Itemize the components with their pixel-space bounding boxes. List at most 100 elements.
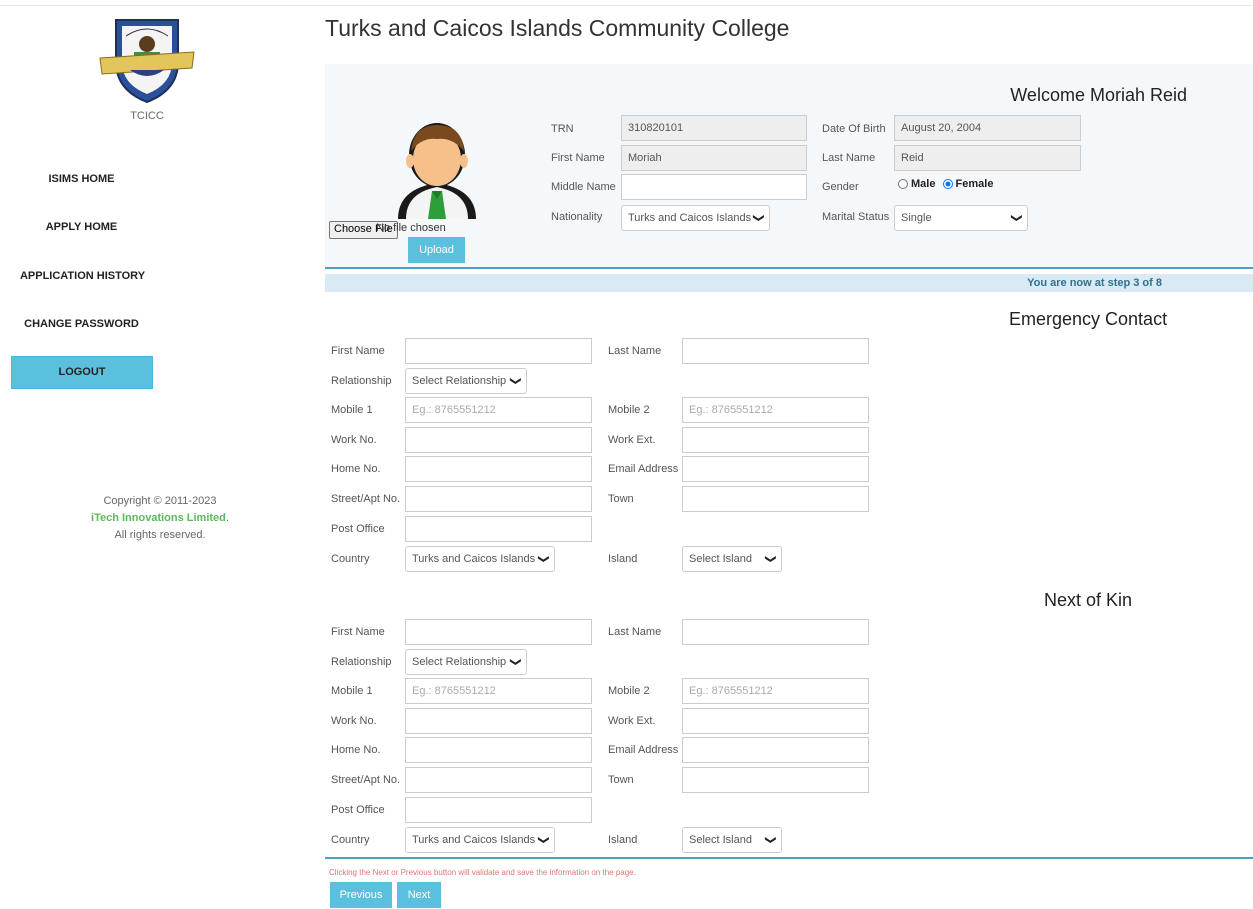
chevron-down-icon: ❯ <box>764 835 777 845</box>
college-logo <box>99 19 195 104</box>
nok-mobile1-field[interactable]: Eg.: 8765551212 <box>405 678 592 704</box>
copyright-line: Copyright © 2011-2023 <box>103 495 217 507</box>
logout-button[interactable]: LOGOUT <box>11 356 153 389</box>
nationality-select[interactable]: Turks and Caicos Islands ❯ <box>621 205 770 231</box>
nav-isims-home[interactable]: ISIMS HOME <box>10 173 153 185</box>
first-name-field[interactable]: Moriah <box>621 145 807 171</box>
ec-town-field[interactable] <box>682 486 869 512</box>
nok-first-name-field[interactable] <box>405 619 592 645</box>
middle-name-label: Middle Name <box>551 181 616 193</box>
gender-male-radio[interactable] <box>898 179 908 190</box>
nok-work-ext-field[interactable] <box>682 708 869 734</box>
dob-field[interactable]: August 20, 2004 <box>894 115 1081 141</box>
ec-post-office-label: Post Office <box>331 523 385 535</box>
marital-status-select[interactable]: Single ❯ <box>894 205 1028 231</box>
nok-mobile2-label: Mobile 2 <box>608 685 650 697</box>
sidebar: TCICC ISIMS HOME APPLY HOME APPLICATION … <box>0 0 300 909</box>
ec-country-value: Turks and Caicos Islands <box>412 553 536 565</box>
logo-text: TCICC <box>130 110 164 122</box>
marital-status-value: Single <box>901 212 932 224</box>
nok-post-office-label: Post Office <box>331 804 385 816</box>
last-name-label: Last Name <box>822 152 876 164</box>
nok-island-select[interactable]: Select Island ❯ <box>682 827 782 853</box>
first-name-label: First Name <box>551 152 605 164</box>
nok-home-no-label: Home No. <box>331 744 381 756</box>
ec-island-label: Island <box>608 553 638 565</box>
ec-town-label: Town <box>608 493 634 505</box>
next-button[interactable]: Next <box>397 882 441 908</box>
ec-home-no-label: Home No. <box>331 463 381 475</box>
nok-mobile2-field[interactable]: Eg.: 8765551212 <box>682 678 869 704</box>
ec-last-name-field[interactable] <box>682 338 869 364</box>
ec-relationship-value: Select Relationship <box>412 375 507 387</box>
chevron-down-icon: ❯ <box>764 554 777 564</box>
chevron-down-icon: ❯ <box>509 376 522 386</box>
nok-work-ext-label: Work Ext. <box>608 715 656 727</box>
nok-country-select[interactable]: Turks and Caicos Islands ❯ <box>405 827 555 853</box>
nok-email-label: Email Address <box>608 744 679 756</box>
nok-relationship-select[interactable]: Select Relationship ❯ <box>405 649 527 675</box>
nok-first-name-label: First Name <box>331 626 385 638</box>
nok-mobile1-label: Mobile 1 <box>331 685 373 697</box>
marital-status-label: Marital Status <box>822 211 890 223</box>
trn-field[interactable]: 310820101 <box>621 115 807 141</box>
copyright-company-line: iTech Innovations Limited. <box>60 510 260 527</box>
ec-work-no-label: Work No. <box>331 434 377 446</box>
nok-country-label: Country <box>331 834 370 846</box>
gender-female-radio[interactable] <box>942 179 953 190</box>
nok-relationship-value: Select Relationship <box>412 656 507 668</box>
ec-mobile2-field[interactable]: Eg.: 8765551212 <box>682 397 869 423</box>
nav-change-password[interactable]: CHANGE PASSWORD <box>10 318 153 330</box>
chevron-down-icon: ❯ <box>537 835 550 845</box>
chevron-down-icon: ❯ <box>509 657 522 667</box>
ec-email-field[interactable] <box>682 456 869 482</box>
nok-last-name-field[interactable] <box>682 619 869 645</box>
upload-button[interactable]: Upload <box>408 237 465 263</box>
ec-post-office-field[interactable] <box>405 516 592 542</box>
ec-first-name-label: First Name <box>331 345 385 357</box>
nok-email-field[interactable] <box>682 737 869 763</box>
ec-mobile1-field[interactable]: Eg.: 8765551212 <box>405 397 592 423</box>
ec-street-field[interactable] <box>405 486 592 512</box>
middle-name-field[interactable] <box>621 174 807 200</box>
nok-home-no-field[interactable] <box>405 737 592 763</box>
emergency-contact-heading: Emergency Contact <box>1009 309 1168 329</box>
avatar-icon <box>398 123 476 219</box>
nok-country-value: Turks and Caicos Islands <box>412 834 536 846</box>
nationality-label: Nationality <box>551 211 603 223</box>
gender-male-label: Male <box>911 178 936 190</box>
welcome-heading: Welcome Moriah Reid <box>1010 85 1187 105</box>
ec-work-no-field[interactable] <box>405 427 592 453</box>
nok-town-label: Town <box>608 774 634 786</box>
ec-first-name-field[interactable] <box>405 338 592 364</box>
copyright-dot: . <box>225 512 229 524</box>
ec-island-select[interactable]: Select Island ❯ <box>682 546 782 572</box>
divider <box>325 267 1253 269</box>
nok-post-office-field[interactable] <box>405 797 592 823</box>
copyright: Copyright © 2011-2023 iTech Innovations … <box>60 493 260 544</box>
nok-island-label: Island <box>608 834 638 846</box>
chevron-down-icon: ❯ <box>537 554 550 564</box>
nav-apply-home[interactable]: APPLY HOME <box>10 221 153 233</box>
previous-button[interactable]: Previous <box>330 882 392 908</box>
ec-work-ext-field[interactable] <box>682 427 869 453</box>
trn-label: TRN <box>551 123 574 135</box>
nok-street-field[interactable] <box>405 767 592 793</box>
next-of-kin-heading: Next of Kin <box>1044 590 1133 610</box>
footer-divider <box>325 857 1253 859</box>
ec-home-no-field[interactable] <box>405 456 592 482</box>
page-title: Turks and Caicos Islands Community Colle… <box>325 15 790 41</box>
gender-label: Gender <box>822 181 859 193</box>
ec-email-label: Email Address <box>608 463 679 475</box>
ec-country-select[interactable]: Turks and Caicos Islands ❯ <box>405 546 555 572</box>
chevron-down-icon: ❯ <box>1010 213 1023 223</box>
chevron-down-icon: ❯ <box>752 213 765 223</box>
ec-relationship-select[interactable]: Select Relationship ❯ <box>405 368 527 394</box>
nok-town-field[interactable] <box>682 767 869 793</box>
company-link[interactable]: iTech Innovations Limited <box>91 512 226 524</box>
last-name-field[interactable]: Reid <box>894 145 1081 171</box>
ec-island-value: Select Island <box>689 553 752 565</box>
nav-application-history[interactable]: APPLICATION HISTORY <box>0 270 165 282</box>
nok-work-no-field[interactable] <box>405 708 592 734</box>
ec-country-label: Country <box>331 553 370 565</box>
